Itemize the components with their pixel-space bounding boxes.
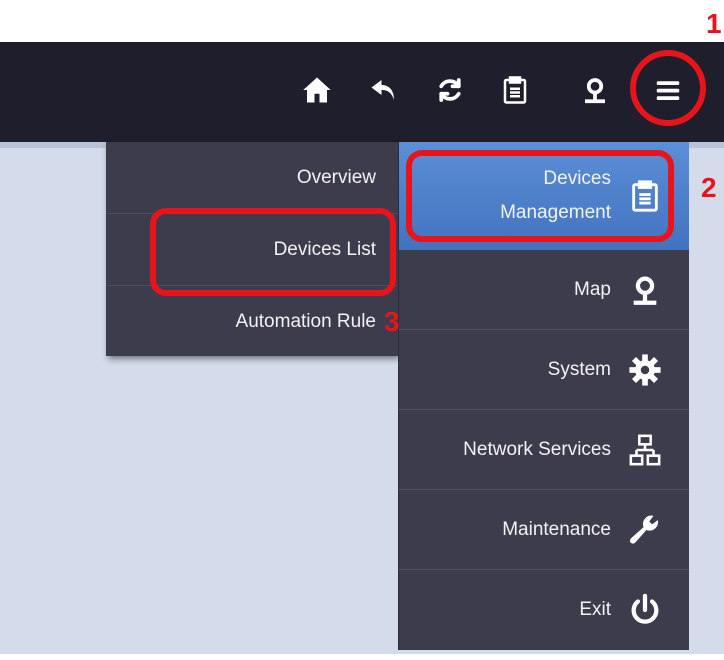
submenu-item-overview[interactable]: Overview	[106, 142, 398, 214]
annotation-circle-hamburger	[630, 50, 706, 126]
submenu-item-automation-rule[interactable]: Automation Rule	[106, 286, 398, 358]
network-icon	[625, 430, 665, 470]
gear-icon	[625, 350, 665, 390]
menu-item-exit[interactable]: Exit	[399, 570, 689, 650]
undo-icon[interactable]	[364, 70, 404, 110]
menu-item-label: System	[547, 358, 611, 380]
home-icon[interactable]	[297, 70, 337, 110]
menu-item-map[interactable]: Map	[399, 250, 689, 330]
location-pin-icon	[625, 270, 665, 310]
menu-item-label: Exit	[579, 599, 611, 620]
top-toolbar	[0, 42, 724, 142]
power-icon	[625, 590, 665, 630]
annotation-number-2: 2	[701, 172, 717, 203]
wrench-icon	[625, 510, 665, 550]
location-pin-icon[interactable]	[575, 70, 615, 110]
menu-item-maintenance[interactable]: Maintenance	[399, 490, 689, 570]
clipboard-icon[interactable]	[495, 70, 535, 110]
menu-item-label: Network Services	[463, 438, 611, 460]
annotation-box-devices-management	[406, 150, 674, 242]
menu-item-system[interactable]: System	[399, 330, 689, 410]
annotation-number-3: 3	[384, 306, 400, 337]
menu-item-network-services[interactable]: Network Services	[399, 410, 689, 490]
refresh-icon[interactable]	[430, 70, 470, 110]
submenu-item-label: Overview	[296, 166, 376, 188]
annotation-box-devices-list	[150, 208, 396, 296]
submenu-item-label: Automation Rule	[235, 311, 376, 332]
annotation-number-1: 1	[706, 8, 722, 39]
menu-item-label: Maintenance	[502, 518, 611, 540]
menu-item-label: Map	[574, 278, 611, 300]
